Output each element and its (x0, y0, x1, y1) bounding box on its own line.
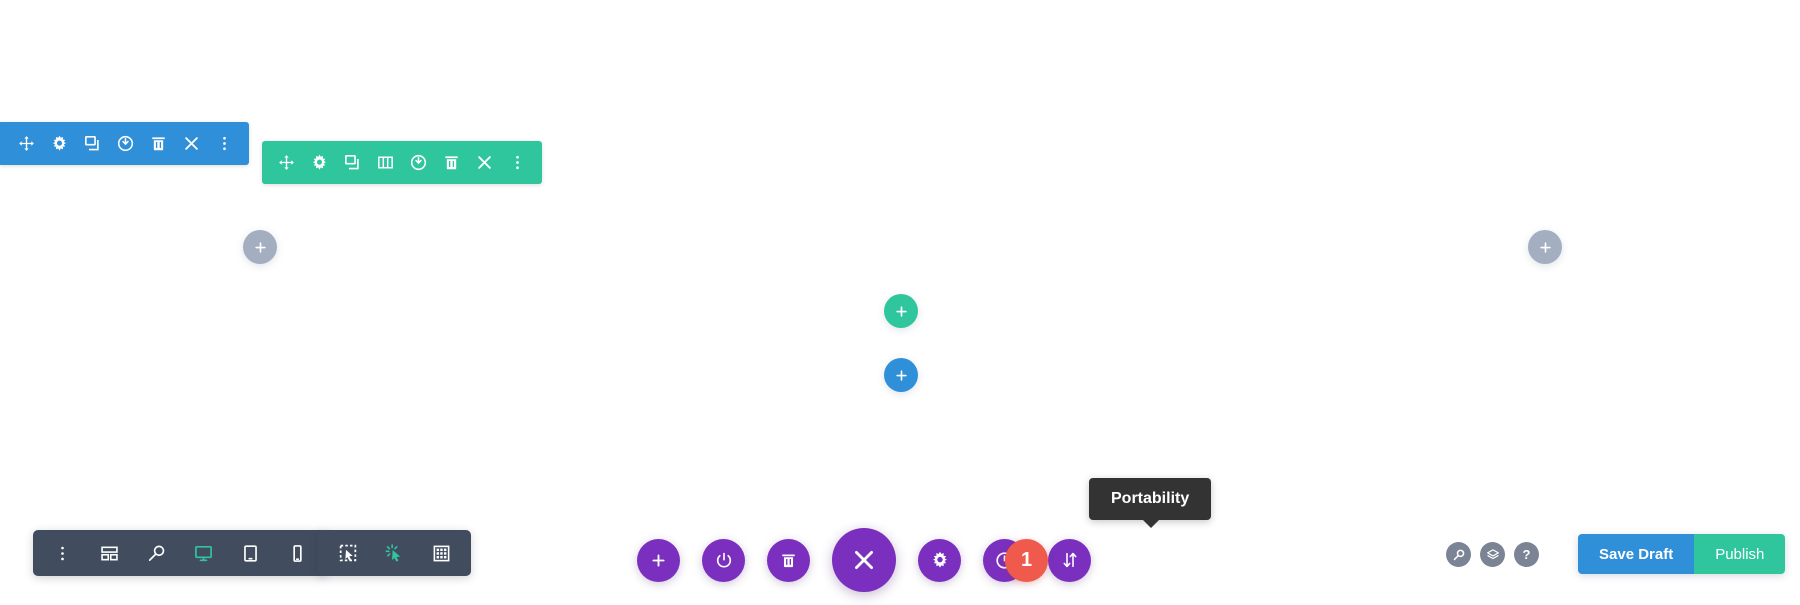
plus-icon (1538, 240, 1553, 255)
tablet-icon (241, 544, 260, 563)
layers-icon (1486, 548, 1500, 562)
kebab-menu-icon (54, 545, 71, 562)
module-settings-toolbar[interactable] (0, 122, 249, 165)
power-icon (410, 154, 427, 171)
move-row-button[interactable] (270, 141, 303, 184)
add-row-button[interactable] (884, 294, 918, 328)
history-count-badge[interactable]: 1 (1005, 538, 1048, 582)
save-draft-button[interactable]: Save Draft (1578, 534, 1695, 574)
builder-settings-button[interactable] (918, 538, 961, 582)
duplicate-icon (84, 135, 101, 152)
zoom-out-view-button[interactable] (133, 530, 180, 576)
duplicate-row-button[interactable] (336, 141, 369, 184)
desktop-view-button[interactable] (180, 530, 227, 576)
close-row-button[interactable] (468, 141, 501, 184)
change-columns-button[interactable] (369, 141, 402, 184)
kebab-menu-icon (216, 135, 233, 152)
responsive-view-toolbar[interactable] (33, 530, 327, 576)
close-builder-button[interactable] (832, 528, 896, 592)
phone-icon (288, 544, 307, 563)
publish-button[interactable]: Publish (1694, 534, 1786, 574)
columns-icon (377, 154, 394, 171)
row-settings-toolbar[interactable] (262, 141, 542, 184)
zoom-icon (147, 544, 166, 563)
interaction-mode-toolbar[interactable] (318, 530, 471, 576)
select-cursor-icon (338, 543, 358, 563)
plus-icon (253, 240, 268, 255)
portability-button[interactable] (1048, 538, 1091, 582)
close-icon (476, 154, 493, 171)
view-options-button[interactable] (39, 530, 86, 576)
publish-button-group: Save Draft Publish (1578, 534, 1786, 574)
utility-icon-group: ? (1446, 542, 1539, 567)
select-mode-button[interactable] (324, 530, 371, 576)
gear-icon (51, 135, 68, 152)
history-portability-group: 1 (983, 538, 1091, 582)
plus-icon (650, 552, 667, 569)
search-utility-button[interactable] (1446, 542, 1471, 567)
grid-icon (432, 544, 451, 563)
move-module-button[interactable] (10, 122, 43, 165)
module-settings-button[interactable] (43, 122, 76, 165)
disable-module-button[interactable] (109, 122, 142, 165)
power-icon (117, 135, 134, 152)
wireframe-view-button[interactable] (86, 530, 133, 576)
add-module-button[interactable] (884, 358, 918, 392)
click-mode-button[interactable] (371, 530, 418, 576)
trash-icon (780, 552, 797, 569)
close-module-button[interactable] (175, 122, 208, 165)
module-options-button[interactable] (208, 122, 241, 165)
plus-icon (894, 368, 909, 383)
duplicate-module-button[interactable] (76, 122, 109, 165)
add-new-button[interactable] (637, 538, 680, 582)
gear-icon (931, 551, 949, 569)
help-utility-button[interactable]: ? (1514, 542, 1539, 567)
click-cursor-icon (385, 543, 405, 563)
move-icon (278, 154, 295, 171)
row-settings-button[interactable] (303, 141, 336, 184)
add-section-right-button[interactable] (1528, 230, 1562, 264)
delete-row-button[interactable] (435, 141, 468, 184)
gear-icon (311, 154, 328, 171)
close-icon (851, 547, 877, 573)
move-icon (18, 135, 35, 152)
portability-tooltip: Portability (1089, 478, 1212, 528)
tablet-view-button[interactable] (227, 530, 274, 576)
search-icon (1452, 548, 1466, 562)
row-options-button[interactable] (501, 141, 534, 184)
builder-main-actions: 1 (637, 528, 1091, 592)
layers-utility-button[interactable] (1480, 542, 1505, 567)
disable-row-button[interactable] (402, 141, 435, 184)
delete-module-button[interactable] (142, 122, 175, 165)
clear-layout-button[interactable] (767, 538, 810, 582)
help-icon: ? (1522, 547, 1531, 562)
add-section-left-button[interactable] (243, 230, 277, 264)
plus-icon (894, 304, 909, 319)
grid-mode-button[interactable] (418, 530, 465, 576)
power-icon (715, 551, 733, 569)
phone-view-button[interactable] (274, 530, 321, 576)
close-icon (183, 135, 200, 152)
trash-icon (443, 154, 460, 171)
wireframe-icon (100, 544, 119, 563)
kebab-menu-icon (509, 154, 526, 171)
portability-icon (1061, 551, 1079, 569)
tooltip-text: Portability (1111, 490, 1190, 507)
duplicate-icon (344, 154, 361, 171)
trash-icon (150, 135, 167, 152)
desktop-icon (194, 544, 213, 563)
history-count-value: 1 (1020, 548, 1033, 571)
toggle-disabled-button[interactable] (702, 538, 745, 582)
